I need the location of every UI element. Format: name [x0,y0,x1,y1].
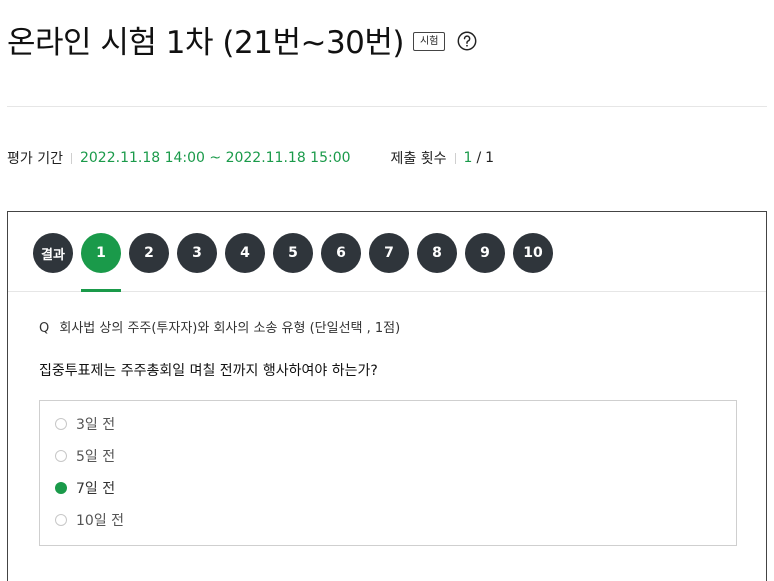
tab-question-7[interactable]: 7 [369,233,409,273]
tab-question-3[interactable]: 3 [177,233,217,273]
exam-meta: 평가 기간 2022.11.18 14:00 ~ 2022.11.18 15:0… [7,148,494,168]
answer-options: 3일 전 5일 전 7일 전 10일 전 [39,400,737,546]
option-3[interactable]: 7일 전 [55,477,115,499]
tab-result[interactable]: 결과 [33,233,73,273]
exam-page: 온라인 시험 1차 (21번~30번) 시험 평가 기간 2022.11.18 … [0,0,774,581]
question-circle-icon[interactable] [456,30,478,52]
title-row: 온라인 시험 1차 (21번~30번) 시험 [7,18,478,61]
tab-question-4[interactable]: 4 [225,233,265,273]
submit-count-total: 1 [485,150,495,166]
question-prefix: Q [39,321,50,336]
option-label: 10일 전 [76,513,125,529]
active-tab-indicator [81,289,121,292]
option-4[interactable]: 10일 전 [55,509,124,531]
header-divider [7,106,767,107]
tab-question-6[interactable]: 6 [321,233,361,273]
page-title: 온라인 시험 1차 (21번~30번) [7,24,405,61]
submit-count-label: 제출 횟수 [390,151,447,167]
option-label: 3일 전 [76,417,116,433]
tab-question-5[interactable]: 5 [273,233,313,273]
meta-separator [70,152,72,164]
meta-separator [454,152,456,164]
radio-button[interactable] [55,418,67,430]
option-2[interactable]: 5일 전 [55,445,115,467]
option-label: 5일 전 [76,449,116,465]
option-1[interactable]: 3일 전 [55,413,115,435]
quiz-panel: 결과 1 2 3 4 5 6 7 8 9 10 Q 회사법 상의 주주(투자자)… [7,211,767,581]
radio-button-selected[interactable] [55,482,67,494]
exam-type-badge: 시험 [413,31,446,51]
question-text: 집중투표제는 주주총회일 며칠 전까지 행사하여야 하는가? [39,363,378,379]
tab-question-1[interactable]: 1 [81,233,121,273]
option-label: 7일 전 [76,481,116,497]
radio-button[interactable] [55,514,67,526]
submit-count-current: 1 [463,150,473,166]
tab-question-8[interactable]: 8 [417,233,457,273]
submit-count-slash: / [476,150,482,166]
tab-question-2[interactable]: 2 [129,233,169,273]
tab-question-9[interactable]: 9 [465,233,505,273]
period-label: 평가 기간 [7,151,63,167]
radio-button[interactable] [55,450,67,462]
question-category-text: 회사법 상의 주주(투자자)와 회사의 소송 유형 (단일선택 , 1점) [59,321,401,336]
period-value: 2022.11.18 14:00 ~ 2022.11.18 15:00 [79,150,351,166]
question-tabs: 결과 1 2 3 4 5 6 7 8 9 10 [8,212,766,292]
question-category: Q 회사법 상의 주주(투자자)와 회사의 소송 유형 (단일선택 , 1점) [39,317,400,336]
tab-question-10[interactable]: 10 [513,233,553,273]
